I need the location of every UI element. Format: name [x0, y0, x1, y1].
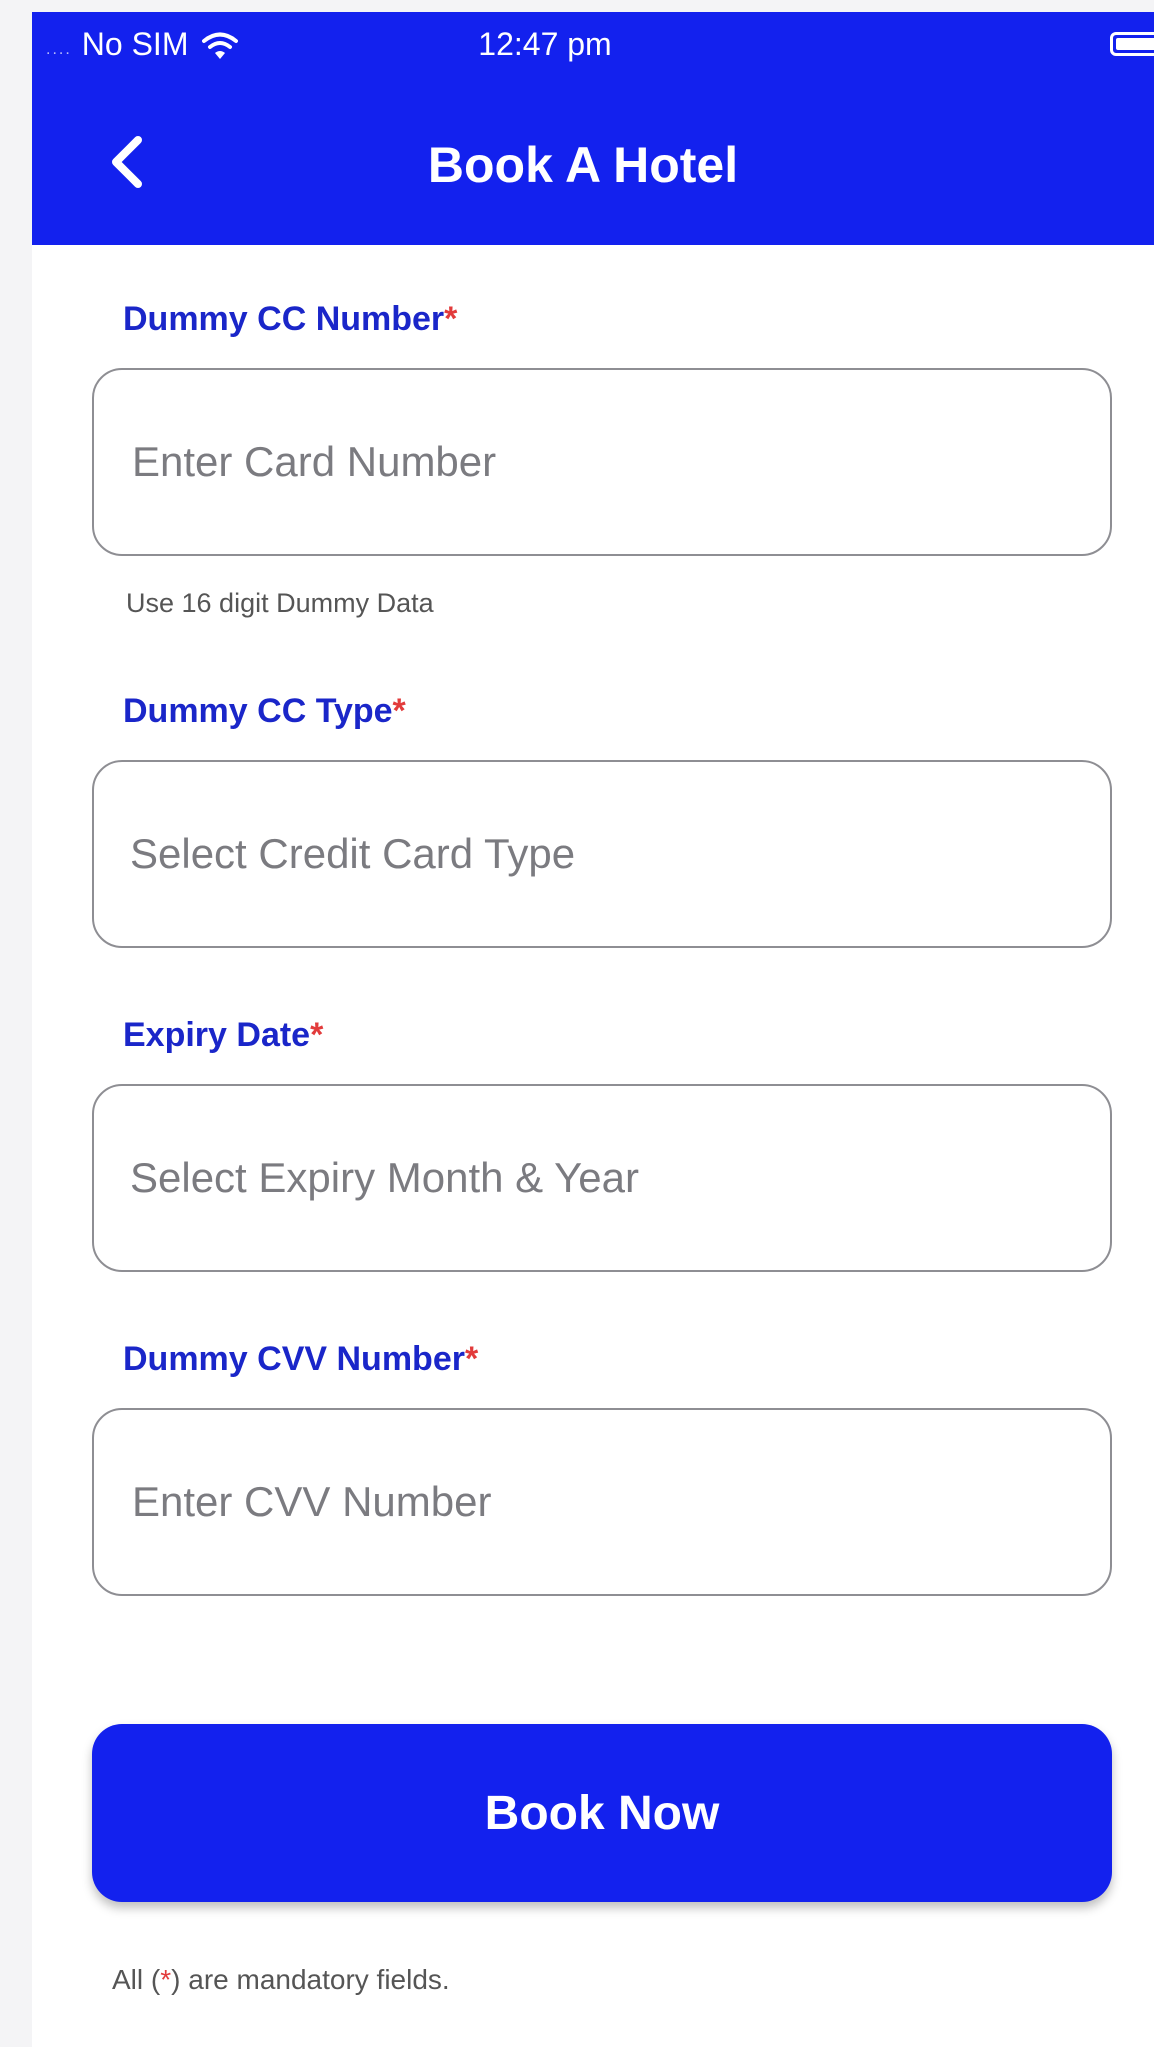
page-title: Book A Hotel: [427, 137, 739, 193]
expiry-date-label-text: Expiry Date: [123, 1016, 311, 1054]
cvv-label-text: Dummy CVV Number: [123, 1340, 465, 1378]
mandatory-note-star: *: [160, 1964, 172, 1995]
battery-icon: [1110, 32, 1154, 56]
card-type-label-text: Dummy CC Type: [123, 692, 393, 730]
mandatory-note: All (*) are mandatory fields.: [112, 1964, 450, 1996]
card-number-label-text: Dummy CC Number: [123, 300, 445, 338]
expiry-date-placeholder: Select Expiry Month & Year: [130, 1154, 639, 1201]
book-now-button[interactable]: Book Now: [92, 1724, 1112, 1902]
card-number-label: Dummy CC Number*: [123, 300, 457, 339]
app-screen: .... No SIM 12:47 pm Book A Hotel Dummy …: [32, 12, 1154, 2047]
nav-bar: Book A Hotel: [32, 112, 1154, 212]
card-number-field[interactable]: [92, 368, 1112, 556]
expiry-date-label: Expiry Date*: [123, 1016, 323, 1055]
card-type-placeholder: Select Credit Card Type: [130, 830, 576, 877]
cvv-field[interactable]: [92, 1408, 1112, 1596]
required-mark: *: [464, 1340, 479, 1378]
status-bar: .... No SIM 12:47 pm: [32, 12, 1154, 70]
required-mark: *: [444, 300, 458, 338]
card-type-label: Dummy CC Type*: [123, 692, 406, 731]
battery-level: [1116, 38, 1154, 50]
card-number-helper: Use 16 digit Dummy Data: [126, 588, 434, 618]
card-number-input[interactable]: [130, 437, 1110, 487]
cvv-input[interactable]: [130, 1477, 1110, 1527]
required-mark: *: [392, 692, 406, 730]
mandatory-note-prefix: All (: [112, 1964, 161, 1995]
mandatory-note-suffix: ) are mandatory fields.: [171, 1964, 450, 1995]
status-time: 12:47 pm: [478, 26, 612, 62]
required-mark: *: [310, 1016, 324, 1054]
expiry-date-select[interactable]: Select Expiry Month & Year: [92, 1084, 1112, 1272]
app-header: .... No SIM 12:47 pm Book A Hotel: [32, 12, 1154, 245]
cvv-label: Dummy CVV Number*: [123, 1340, 478, 1379]
card-type-select[interactable]: Select Credit Card Type: [92, 760, 1112, 948]
